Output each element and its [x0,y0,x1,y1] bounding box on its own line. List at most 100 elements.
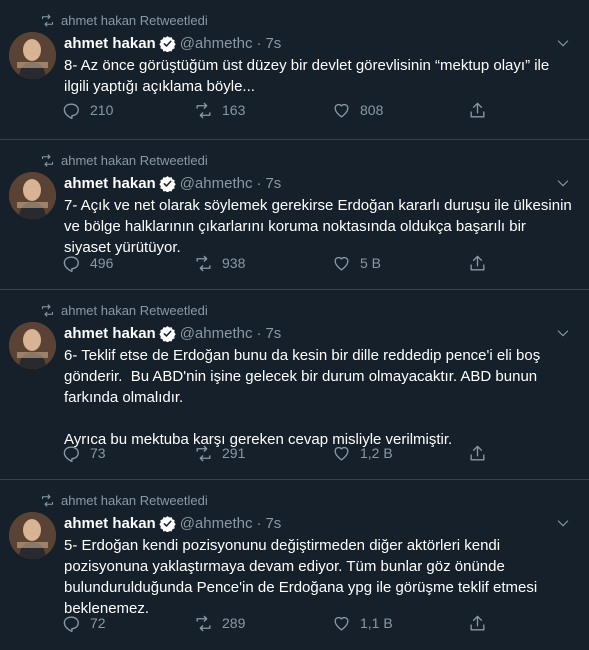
share-icon [470,615,485,631]
timestamp[interactable]: 7s [265,325,281,342]
reply-icon [63,102,79,119]
retweet-icon [196,615,211,631]
tweet-actions: 496 938 5 B [60,251,570,275]
like-count: 5 B [360,255,382,271]
avatar[interactable] [9,512,56,559]
heart-icon [334,446,349,461]
tweet[interactable]: ahmet hakan Retweetledi ahmet hakan @ahm… [0,290,589,480]
like-count: 1,1 B [360,615,393,631]
tweet-header: ahmet hakan @ahmethc · 7s [64,173,281,193]
like-button[interactable]: 1,2 B [332,441,393,465]
share-button[interactable] [468,251,487,275]
reply-count: 73 [90,445,106,461]
verified-badge-icon [158,515,176,532]
chevron-down-icon[interactable] [555,325,571,341]
share-icon [470,445,485,461]
separator-dot: · [256,324,262,342]
share-button[interactable] [468,98,487,122]
share-button[interactable] [468,441,487,465]
author-handle[interactable]: @ahmethc [180,175,253,192]
tweet-text: 7- Açık ve net olarak söylemek gerekirse… [64,197,572,256]
like-button[interactable]: 1,1 B [332,611,393,635]
retweet-icon [41,13,54,27]
author-name[interactable]: ahmet hakan [64,35,156,52]
tweet-text: 6- Teklif etse de Erdoğan bunu da kesin … [64,347,541,448]
avatar[interactable] [9,322,56,369]
retweet-label[interactable]: ahmet hakan Retweetledi [61,493,208,508]
like-count: 1,2 B [360,445,393,461]
reply-count: 72 [90,615,106,631]
tweet-header: ahmet hakan @ahmethc · 7s [64,323,281,343]
reply-button[interactable]: 210 [62,98,113,122]
avatar[interactable] [9,172,56,219]
share-icon [470,255,485,271]
author-name[interactable]: ahmet hakan [64,515,156,532]
retweet-button[interactable]: 938 [194,251,245,275]
avatar-image [9,32,56,79]
author-handle[interactable]: @ahmethc [180,35,253,52]
retweet-indicator: ahmet hakan Retweetledi [40,491,208,509]
retweet-label[interactable]: ahmet hakan Retweetledi [61,13,208,28]
retweet-icon [196,445,211,461]
author-name[interactable]: ahmet hakan [64,175,156,192]
retweet-button[interactable]: 163 [194,98,245,122]
tweet-header: ahmet hakan @ahmethc · 7s [64,513,281,533]
retweet-icon [41,493,54,507]
reply-count: 210 [90,102,114,118]
retweet-indicator: ahmet hakan Retweetledi [40,11,208,29]
reply-button[interactable]: 72 [62,611,106,635]
retweet-label[interactable]: ahmet hakan Retweetledi [61,153,208,168]
tweet[interactable]: ahmet hakan Retweetledi ahmet hakan @ahm… [0,480,589,650]
reply-count: 496 [90,255,114,271]
author-name[interactable]: ahmet hakan [64,325,156,342]
like-button[interactable]: 808 [332,98,383,122]
timeline: ahmet hakan Retweetledi ahmet hakan @ahm… [0,0,589,650]
retweet-button[interactable]: 289 [194,611,245,635]
chevron-down-icon[interactable] [555,515,571,531]
reply-icon [63,615,79,632]
chevron-down-icon[interactable] [555,175,571,191]
chevron-down-icon[interactable] [555,35,571,51]
separator-dot: · [256,514,262,532]
retweet-count: 289 [222,615,246,631]
retweet-icon [41,153,54,167]
avatar-image [9,322,56,369]
reply-button[interactable]: 73 [62,441,106,465]
retweet-count: 291 [222,445,246,461]
heart-icon [334,616,349,631]
share-icon [470,102,485,118]
retweet-count: 163 [222,102,246,118]
timestamp[interactable]: 7s [265,35,281,52]
retweet-button[interactable]: 291 [194,441,245,465]
separator-dot: · [256,174,262,192]
like-button[interactable]: 5 B [332,251,381,275]
tweet[interactable]: ahmet hakan Retweetledi ahmet hakan @ahm… [0,0,589,140]
retweet-indicator: ahmet hakan Retweetledi [40,151,208,169]
tweet-header: ahmet hakan @ahmethc · 7s [64,33,281,53]
share-button[interactable] [468,611,487,635]
retweet-icon [41,303,54,317]
avatar[interactable] [9,32,56,79]
retweet-count: 938 [222,255,246,271]
timestamp[interactable]: 7s [265,175,281,192]
timestamp[interactable]: 7s [265,515,281,532]
author-handle[interactable]: @ahmethc [180,325,253,342]
separator-dot: · [256,34,262,52]
heart-icon [334,103,349,118]
retweet-icon [196,255,211,271]
tweet-actions: 73 291 1,2 B [60,441,570,465]
retweet-label[interactable]: ahmet hakan Retweetledi [61,303,208,318]
avatar-image [9,172,56,219]
verified-badge-icon [158,35,176,52]
author-handle[interactable]: @ahmethc [180,515,253,532]
tweet-text: 5- Erdoğan kendi pozisyonunu değiştirmed… [64,537,538,617]
verified-badge-icon [158,325,176,342]
tweet[interactable]: ahmet hakan Retweetledi ahmet hakan @ahm… [0,140,589,290]
retweet-icon [196,102,211,118]
tweet-text: 8- Az önce görüştüğüm üst düzey bir devl… [64,57,550,95]
like-count: 808 [360,102,384,118]
avatar-image [9,512,56,559]
retweet-indicator: ahmet hakan Retweetledi [40,301,208,319]
reply-button[interactable]: 496 [62,251,113,275]
tweet-actions: 72 289 1,1 B [60,611,570,635]
